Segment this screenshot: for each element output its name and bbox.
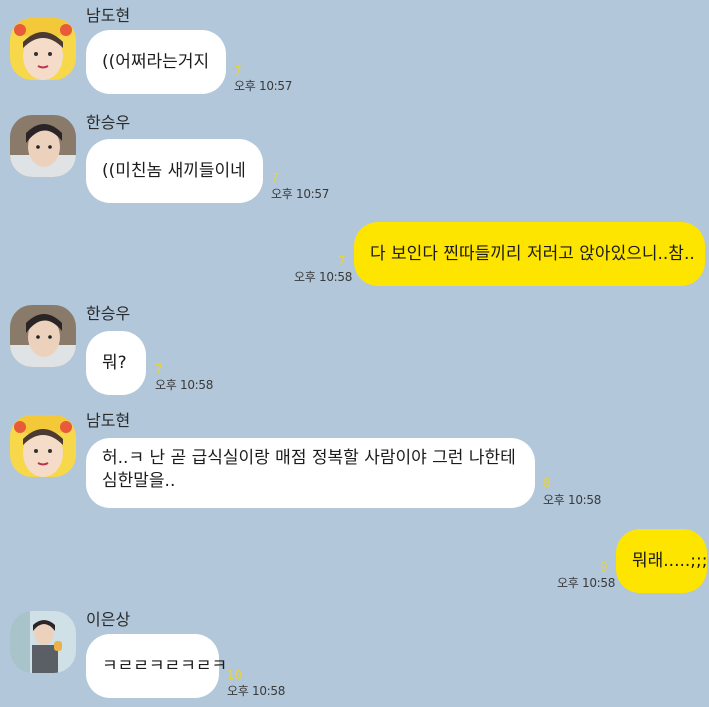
sender-name: 한승우 (86, 113, 131, 132)
message-line: 심한말을.. (102, 471, 176, 491)
message-time: 오후 10:57 (271, 187, 330, 201)
message-bubble[interactable]: ㅋㄹㄹㅋㄹㅋㄹㅋ (86, 634, 227, 698)
unread-count: 10 (227, 668, 243, 682)
message-time: 오후 10:58 (543, 493, 602, 507)
profile-avatar-namdohyun[interactable] (10, 18, 76, 80)
message-bubble-outgoing[interactable]: 뭐래.....;;; (616, 529, 707, 593)
sender-name: 남도현 (86, 411, 131, 430)
message-bubble[interactable]: ((어쩌라는거지 (86, 30, 226, 94)
message-time: 오후 10:58 (227, 684, 286, 698)
unread-count: 9 (600, 560, 608, 574)
message-time: 오후 10:57 (234, 79, 293, 93)
unread-count: 8 (543, 476, 551, 490)
unread-count: 7 (155, 362, 163, 376)
sender-name: 이은상 (86, 610, 131, 629)
message-time: 오후 10:58 (155, 378, 214, 392)
unread-count: 7 (338, 254, 346, 268)
unread-count: 7 (234, 64, 242, 78)
profile-avatar-hanseungwoo[interactable] (10, 115, 76, 177)
sender-name: 한승우 (86, 304, 131, 323)
message-line: 허..ㅋ 난 곧 급식실이랑 매점 정복할 사람이야 그런 나한테 (102, 448, 516, 468)
profile-avatar-hanseungwoo[interactable] (10, 305, 76, 367)
message-time: 오후 10:58 (294, 270, 353, 284)
profile-avatar-namdohyun[interactable] (10, 415, 76, 477)
sender-name: 남도현 (86, 6, 131, 25)
chat-room: 남도현 ((어쩌라는거지 7 오후 10:57 한승우 ((미친놈 새끼들이네 … (0, 0, 709, 707)
profile-avatar-leeeunsang[interactable] (10, 611, 76, 673)
message-bubble[interactable]: 허..ㅋ 난 곧 급식실이랑 매점 정복할 사람이야 그런 나한테 심한말을.. (86, 438, 535, 508)
message-time: 오후 10:58 (557, 576, 616, 590)
message-bubble[interactable]: ((미친놈 새끼들이네 (86, 139, 263, 203)
message-bubble-outgoing[interactable]: 다 보인다 찐따들끼리 저러고 앉아있으니..참.. (354, 222, 705, 286)
unread-count: 7 (271, 171, 279, 185)
message-bubble[interactable]: 뭐? (86, 331, 146, 395)
